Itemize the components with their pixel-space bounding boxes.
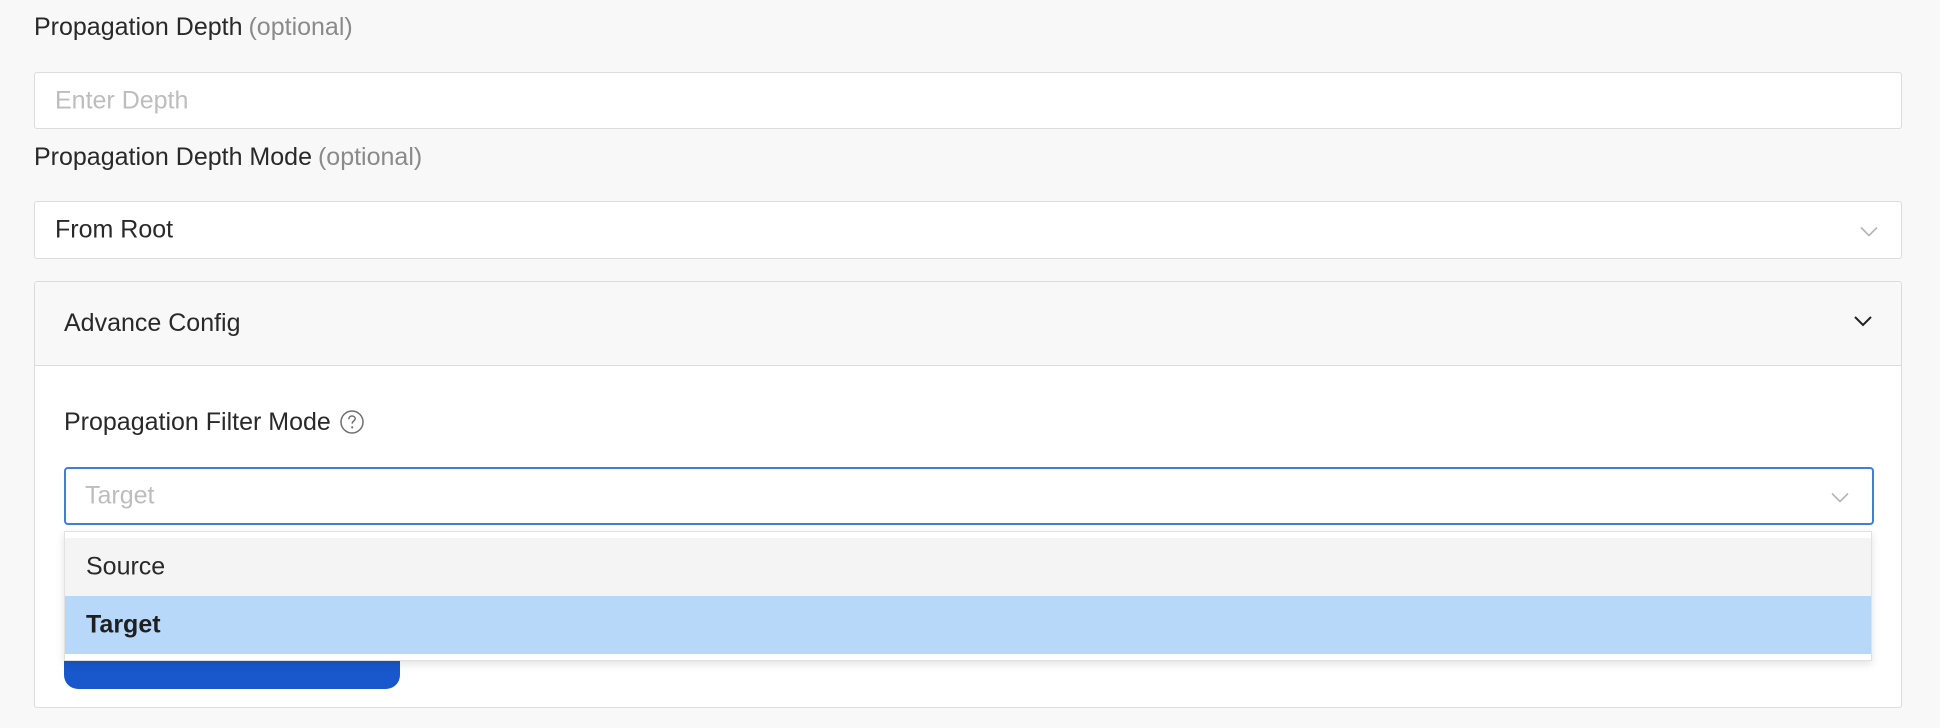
propagation-filter-mode-select[interactable]: Target xyxy=(64,467,1874,525)
chevron-down-icon xyxy=(1830,482,1850,511)
primary-button[interactable] xyxy=(64,657,400,689)
propagation-depth-mode-select[interactable]: From Root xyxy=(34,201,1902,259)
propagation-depth-input[interactable]: Enter Depth xyxy=(34,72,1902,129)
option-source[interactable]: Source xyxy=(65,538,1871,596)
advance-config-header[interactable]: Advance Config xyxy=(35,282,1901,366)
optional-tag: (optional) xyxy=(248,13,353,41)
propagation-depth-mode-label: Propagation Depth Mode (optional) xyxy=(34,143,423,171)
advance-config-title: Advance Config xyxy=(64,309,241,337)
option-target[interactable]: Target xyxy=(65,596,1871,654)
propagation-depth-label: Propagation Depth (optional) xyxy=(34,13,353,41)
filter-mode-dropdown: Source Target xyxy=(64,531,1872,661)
filter-mode-placeholder: Target xyxy=(85,481,155,510)
chevron-down-icon xyxy=(1859,216,1879,245)
optional-tag: (optional) xyxy=(317,143,423,171)
propagation-filter-mode-label: Propagation Filter Mode xyxy=(64,407,365,437)
depth-placeholder: Enter Depth xyxy=(55,86,189,114)
depth-mode-value: From Root xyxy=(55,215,174,244)
help-icon[interactable] xyxy=(339,409,365,435)
chevron-down-icon[interactable] xyxy=(1853,314,1873,333)
